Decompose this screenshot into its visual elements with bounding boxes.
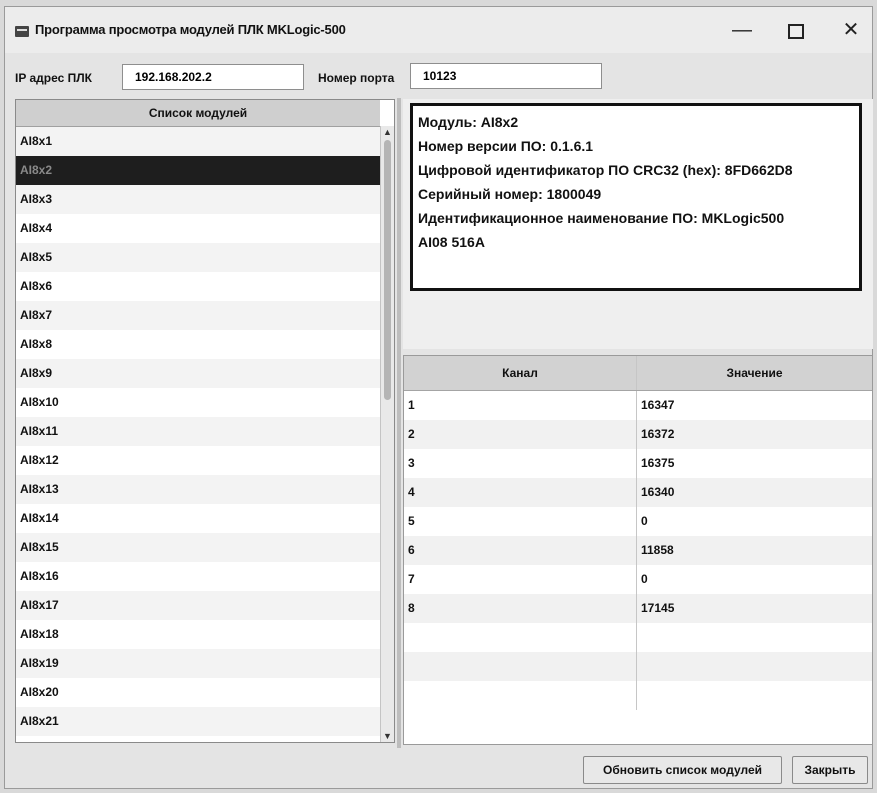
table-row[interactable]	[404, 681, 872, 710]
window-title: Программа просмотра модулей ПЛК MKLogic-…	[35, 22, 346, 37]
scroll-thumb[interactable]	[384, 140, 391, 400]
channel-cell: 3	[404, 449, 637, 478]
value-cell: 0	[641, 572, 648, 586]
value-cell	[637, 681, 872, 710]
module-list: Список модулей AI8x1 AI8x2 AI8x3 AI8x4 AI8x5…	[15, 99, 395, 743]
table-row[interactable]: 4 16340	[404, 478, 872, 507]
app-icon	[15, 26, 29, 37]
table-row[interactable]: 6 11858	[404, 536, 872, 565]
module-list-item[interactable]: AI8x10	[16, 388, 380, 417]
module-list-item[interactable]: AI8x19	[16, 649, 380, 678]
module-list-item[interactable]: AI8x17	[16, 591, 380, 620]
value-cell	[637, 623, 872, 652]
module-info-line: Идентификационное наименование ПО: MKLog…	[418, 210, 785, 226]
module-list-item[interactable]: AI8x20	[16, 678, 380, 707]
module-list-items: AI8x1 AI8x2 AI8x3 AI8x4 AI8x5 AI8x6 AI8x7 AI8x8…	[16, 127, 394, 736]
channel-table-header: Канал Значение	[404, 356, 872, 391]
module-list-item[interactable]: AI8x18	[16, 620, 380, 649]
module-list-item[interactable]: AI8x14	[16, 504, 380, 533]
port-label: Номер порта	[318, 71, 395, 85]
close-button[interactable]: Закрыть	[792, 756, 868, 784]
channel-cell: 8	[404, 594, 637, 623]
module-list-item[interactable]: AI8x15	[16, 533, 380, 562]
main-window: Программа просмотра модулей ПЛК MKLogic-…	[4, 6, 873, 789]
refresh-modules-button[interactable]: Обновить список модулей	[583, 756, 782, 784]
maximize-icon	[788, 24, 804, 39]
channel-cell	[404, 681, 637, 710]
module-info-line: Модуль: AI8x2	[418, 114, 519, 130]
channel-cell	[404, 623, 637, 652]
table-row[interactable]: 50	[404, 507, 872, 536]
value-cell: 11858	[641, 543, 674, 557]
value-cell: 16375	[641, 456, 675, 470]
module-info-line: Серийный номер: 1800049	[418, 186, 602, 202]
splitter[interactable]	[397, 98, 401, 748]
module-list-item[interactable]: AI8x6	[16, 272, 380, 301]
module-list-item[interactable]: AI8x1	[16, 127, 380, 156]
table-row[interactable]	[404, 623, 872, 652]
channel-cell: 7	[404, 565, 637, 594]
table-row[interactable]: 2 16372	[404, 420, 872, 449]
table-row[interactable]: 70	[404, 565, 872, 594]
module-list-item[interactable]: AI8x21	[16, 707, 380, 736]
table-row[interactable]: 1 16347	[404, 391, 872, 420]
table-row[interactable]: 3 16375	[404, 449, 872, 478]
table-row[interactable]	[404, 652, 872, 681]
channel-cell: 5	[404, 507, 637, 536]
port-input[interactable]: 10123	[410, 63, 602, 89]
channel-cell: 6	[404, 536, 637, 565]
maximize-button[interactable]	[776, 15, 816, 45]
value-cell: 16347	[641, 398, 675, 412]
module-info-panel: Модуль: AI8x2 Номер версии ПО: 0.1.6.1 Циф…	[403, 99, 873, 349]
module-list-header: Список модулей	[16, 100, 380, 127]
module-list-item[interactable]: AI8x4	[16, 214, 380, 243]
channel-table-body: 1 16347 2 16372 3 16375 4 16340 5 0 6 11858 7 0 8 17145	[404, 391, 872, 710]
ip-input[interactable]: 192.168.202.2	[122, 64, 304, 90]
channel-cell: 4	[404, 478, 637, 507]
value-cell	[637, 652, 872, 681]
table-row[interactable]: 8 17145	[404, 594, 872, 623]
value-cell: 16372	[641, 427, 675, 441]
module-list-item[interactable]: AI8x7	[16, 301, 380, 330]
module-list-item[interactable]: AI8x16	[16, 562, 380, 591]
scroll-up-icon[interactable]: ▲	[381, 126, 394, 138]
close-window-button[interactable]: ✕	[831, 15, 871, 45]
title-bar: Программа просмотра модулей ПЛК MKLogic-…	[5, 7, 872, 53]
column-header-channel[interactable]: Канал	[404, 356, 637, 390]
module-list-item[interactable]: AI8x11	[16, 417, 380, 446]
module-info-line: Цифровой идентификатор ПО CRC32 (hex): 8…	[418, 162, 793, 178]
value-cell: 17145	[641, 601, 675, 615]
channel-cell: 1	[404, 391, 637, 420]
minimize-button[interactable]: —	[722, 15, 762, 45]
module-info-line: AI08 516A	[418, 234, 485, 250]
scroll-down-icon[interactable]: ▼	[381, 730, 394, 742]
module-list-item[interactable]: AI8x13	[16, 475, 380, 504]
channel-table: Канал Значение 1 16347 2 16372 3 16375 4 16340 5…	[403, 355, 873, 745]
column-header-value[interactable]: Значение	[637, 356, 872, 390]
module-list-item[interactable]: AI8x5	[16, 243, 380, 272]
channel-cell	[404, 652, 637, 681]
module-info-line: Номер версии ПО: 0.1.6.1	[418, 138, 594, 154]
module-list-item[interactable]: AI8x3	[16, 185, 380, 214]
module-info-box: Модуль: AI8x2 Номер версии ПО: 0.1.6.1 Циф…	[410, 103, 862, 291]
module-list-item[interactable]: AI8x2	[16, 156, 380, 185]
value-cell: 16340	[641, 485, 675, 499]
module-list-item[interactable]: AI8x12	[16, 446, 380, 475]
module-list-scrollbar[interactable]: ▲ ▼	[380, 126, 394, 742]
value-cell: 0	[641, 514, 648, 528]
ip-label: IP адрес ПЛК	[15, 71, 92, 85]
module-list-item[interactable]: AI8x9	[16, 359, 380, 388]
channel-cell: 2	[404, 420, 637, 449]
module-list-item[interactable]: AI8x8	[16, 330, 380, 359]
